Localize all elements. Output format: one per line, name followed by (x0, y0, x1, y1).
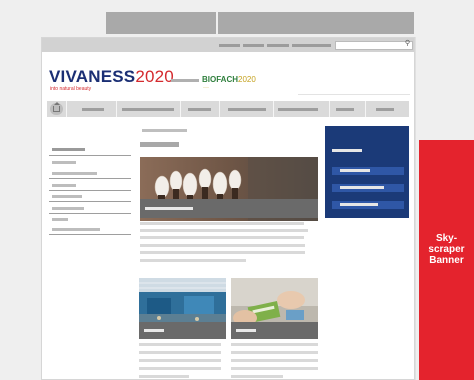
nav-item[interactable] (228, 108, 266, 111)
text-line (231, 343, 318, 346)
sidebar-item[interactable] (52, 228, 100, 231)
text-line (140, 222, 304, 225)
biofach-logo[interactable]: BIOFACH2020 (202, 75, 256, 84)
sidebar-item[interactable] (52, 161, 76, 164)
hero-caption[interactable] (145, 207, 193, 210)
text-line (231, 359, 318, 362)
text-line (139, 367, 221, 370)
hero-caption-bar (140, 199, 318, 218)
text-line (231, 375, 283, 378)
sidebar-item[interactable] (52, 195, 82, 198)
section-heading (140, 142, 179, 147)
main-nav (47, 101, 409, 117)
nav-item[interactable] (188, 108, 211, 111)
sidebar-item[interactable] (52, 172, 97, 175)
text-line (140, 244, 305, 247)
nav-divider (116, 101, 117, 117)
info-box-link[interactable] (332, 167, 404, 175)
header-rule (298, 94, 410, 95)
text-line (139, 375, 189, 378)
teaser-caption-bar (231, 322, 318, 339)
info-box-link[interactable] (332, 201, 404, 209)
sidebar-divider (49, 178, 131, 179)
info-box-link[interactable] (332, 184, 404, 192)
sidebar-divider (49, 213, 131, 214)
text-line (140, 251, 305, 254)
skyscraper-label: Sky- scraper Banner (428, 233, 465, 266)
page-edge (415, 37, 416, 380)
nav-divider (219, 101, 220, 117)
info-box-heading (332, 149, 362, 152)
search-icon[interactable]: ⚲ (405, 39, 410, 47)
utility-link[interactable] (243, 44, 264, 47)
search-input[interactable]: ⚲ (335, 39, 413, 50)
nav-item[interactable] (122, 108, 174, 111)
nav-divider (66, 101, 67, 117)
biofach-sub-line: —— (203, 85, 209, 89)
sidebar-item[interactable] (52, 218, 68, 221)
text-line (140, 229, 308, 232)
text-line (140, 236, 304, 239)
vivaness-logo-year: 2020 (135, 67, 174, 86)
text-line (140, 259, 246, 262)
sidebar-divider (49, 190, 131, 191)
utility-link[interactable] (292, 44, 331, 47)
nav-divider (329, 101, 330, 117)
vivaness-tagline: into natural beauty (50, 86, 92, 92)
leaderboard-ad-right[interactable] (218, 12, 414, 34)
home-icon[interactable] (50, 102, 63, 115)
utility-bar: ⚲ (42, 38, 414, 52)
text-line (231, 351, 318, 354)
sidebar-divider (49, 234, 131, 235)
sidebar-item[interactable] (52, 184, 76, 187)
sidebar-divider (49, 201, 131, 202)
section-kicker (142, 129, 187, 132)
sidebar-divider (49, 155, 131, 156)
utility-link[interactable] (267, 44, 289, 47)
website-wireframe: ⚲ VIVANESS2020 into natural beauty BIOFA… (0, 0, 474, 380)
leaderboard-ad-left[interactable] (106, 12, 216, 34)
teaser-caption[interactable] (144, 329, 164, 332)
biofach-logo-year: 2020 (238, 75, 256, 84)
text-line (231, 367, 318, 370)
nav-divider (180, 101, 181, 117)
nav-item[interactable] (278, 108, 318, 111)
teaser-caption-bar (139, 322, 226, 339)
utility-link[interactable] (219, 44, 240, 47)
biofach-logo-name: BIOFACH (202, 75, 238, 84)
sidebar-heading (52, 148, 85, 151)
nav-item[interactable] (82, 108, 104, 111)
nav-divider (365, 101, 366, 117)
nav-item[interactable] (336, 108, 354, 111)
nav-divider (273, 101, 274, 117)
sidebar-item[interactable] (52, 207, 84, 210)
logo-separator (171, 79, 199, 82)
text-line (139, 343, 221, 346)
info-box (325, 126, 409, 218)
skyscraper-banner[interactable]: Sky- scraper Banner (419, 140, 474, 380)
vivaness-logo[interactable]: VIVANESS2020 (49, 68, 174, 85)
text-line (139, 359, 221, 362)
text-line (139, 351, 221, 354)
teaser-caption[interactable] (236, 329, 256, 332)
vivaness-logo-name: VIVANESS (49, 67, 136, 86)
nav-item[interactable] (376, 108, 394, 111)
page-frame: ⚲ VIVANESS2020 into natural beauty BIOFA… (41, 37, 415, 380)
